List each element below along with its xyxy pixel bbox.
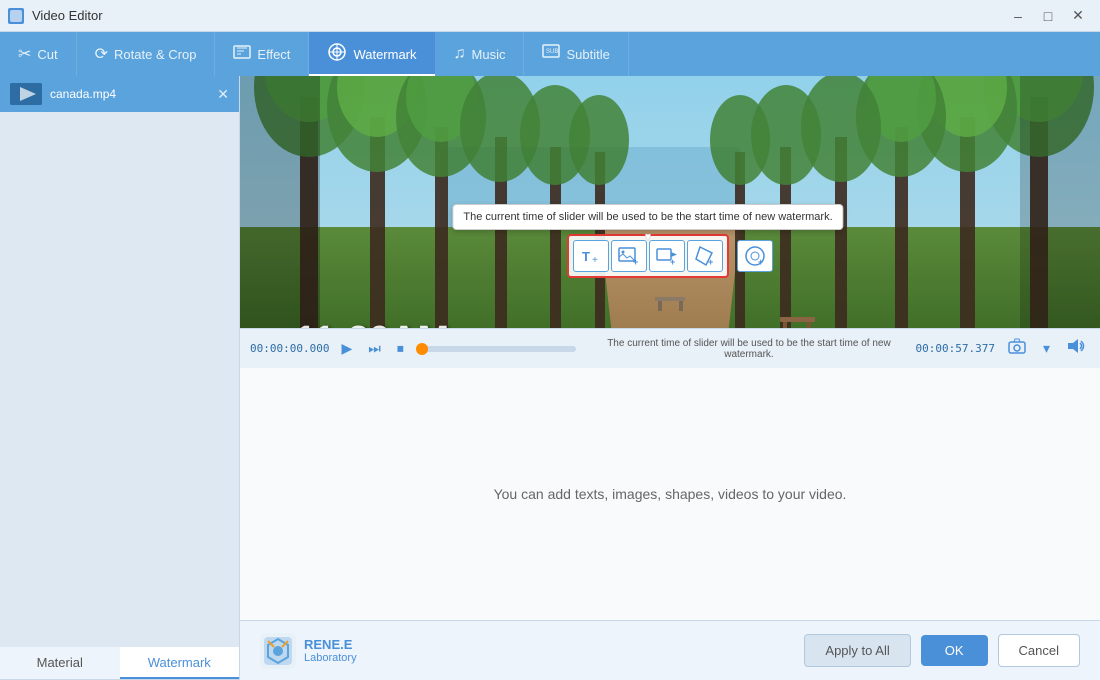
file-thumbnail [10,83,42,105]
effect-icon [233,43,251,66]
logo-icon [260,633,296,669]
title-bar-left: Video Editor [8,8,103,24]
svg-text:+: + [592,255,598,266]
video-scene: 11:30AM NIZZA GARD [240,76,1100,328]
subtitle-icon: SUB [542,43,560,66]
volume-button[interactable] [1062,333,1090,364]
tab-cut[interactable]: ✂ Cut [0,32,77,76]
tab-bar: ✂ Cut ⟳ Rotate & Crop Effect Watermark ♫… [0,32,1100,76]
progress-thumb [416,343,428,355]
svg-text:+: + [633,257,638,267]
tab-subtitle-label: Subtitle [566,47,609,62]
main-layout: canada.mp4 ✕ Material Watermark [0,76,1100,680]
close-button[interactable]: ✕ [1064,2,1092,30]
content-hint: You can add texts, images, shapes, video… [494,486,847,502]
cut-icon: ✂ [18,44,31,64]
app-icon [8,8,24,24]
rotate-icon: ⟳ [95,44,108,64]
watermark-toolbar: The current time of slider will be used … [567,234,773,278]
progress-track[interactable] [422,346,577,352]
popup-message: The current time of slider will be used … [463,211,832,223]
svg-text:+: + [708,257,713,267]
left-panel: canada.mp4 ✕ Material Watermark [0,76,240,680]
ok-button[interactable]: OK [921,635,988,666]
watermark-popup-text: The current time of slider will be used … [452,204,843,230]
file-close-button[interactable]: ✕ [217,86,229,103]
tab-effect-label: Effect [257,47,290,62]
minimize-button[interactable]: – [1004,2,1032,30]
play-button[interactable]: ▶ [337,336,356,361]
tab-rotate-crop[interactable]: ⟳ Rotate & Crop [77,32,216,76]
file-tab: canada.mp4 ✕ [0,76,239,112]
logo-line1: RENE.E [304,637,357,652]
tab-cut-label: Cut [37,47,57,62]
tab-music[interactable]: ♫ Music [436,32,525,76]
video-area: 11:30AM NIZZA GARD The current time of s… [240,76,1100,680]
apply-to-all-button[interactable]: Apply to All [804,634,910,667]
add-image-watermark-button[interactable]: + [611,240,647,272]
sub-tab-watermark[interactable]: Watermark [120,647,240,679]
stop-button[interactable]: ⏹ [393,336,408,361]
tab-effect[interactable]: Effect [215,32,309,76]
cancel-button[interactable]: Cancel [998,634,1080,667]
screenshot-button[interactable] [1003,333,1031,364]
svg-text:+: + [758,257,763,267]
window-controls: – □ ✕ [1004,2,1092,30]
step-button[interactable]: ⏭ [364,336,385,361]
logo-area: RENE.E Laboratory [260,633,357,669]
tab-watermark[interactable]: Watermark [309,32,435,76]
svg-text:SUB: SUB [546,49,558,55]
add-shape-watermark-button[interactable]: + [687,240,723,272]
controls-info-text: The current time of slider will be used … [590,338,907,360]
sub-tab-material-label: Material [37,655,83,670]
content-area: You can add texts, images, shapes, video… [240,368,1100,620]
add-text-watermark-button[interactable]: T+ [573,240,609,272]
svg-text:+: + [670,257,675,267]
svg-text:11:30AM: 11:30AM [295,319,449,328]
svg-text:T: T [582,249,590,264]
logo-line2: Laboratory [304,652,357,664]
file-name: canada.mp4 [50,87,209,101]
tab-music-label: Music [472,47,506,62]
time-end: 00:00:57.377 [915,342,994,355]
app-title: Video Editor [32,8,103,23]
add-watermark-extra-button[interactable]: + [737,240,773,272]
logo-text: RENE.E Laboratory [304,637,357,664]
music-icon: ♫ [454,45,466,63]
controls-bar: 00:00:00.000 ▶ ⏭ ⏹ The current time of s… [240,328,1100,368]
time-start: 00:00:00.000 [250,342,329,355]
video-player: 11:30AM NIZZA GARD The current time of s… [240,76,1100,328]
tab-rotate-label: Rotate & Crop [114,47,196,62]
sub-tab-material[interactable]: Material [0,647,120,679]
tab-subtitle[interactable]: SUB Subtitle [524,32,628,76]
file-browser [0,112,239,647]
watermark-icon [327,43,347,66]
add-video-watermark-button[interactable]: + [649,240,685,272]
bottom-bar: RENE.E Laboratory Apply to All OK Cancel [240,620,1100,680]
bottom-actions: Apply to All OK Cancel [804,634,1080,667]
title-bar: Video Editor – □ ✕ [0,0,1100,32]
screenshot-dropdown-button[interactable]: ▾ [1039,336,1054,361]
maximize-button[interactable]: □ [1034,2,1062,30]
sub-tabs: Material Watermark [0,647,239,680]
sub-tab-watermark-label: Watermark [148,655,211,670]
tab-watermark-label: Watermark [353,47,416,62]
